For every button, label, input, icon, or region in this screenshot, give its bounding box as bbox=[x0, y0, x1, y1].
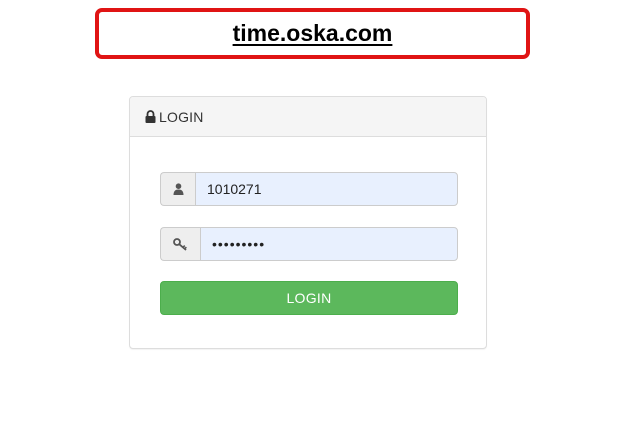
site-banner: time.oska.com bbox=[95, 8, 530, 59]
panel-title: LOGIN bbox=[159, 108, 204, 125]
panel-heading: LOGIN bbox=[130, 97, 486, 137]
password-input[interactable] bbox=[200, 227, 458, 261]
password-group bbox=[160, 227, 458, 261]
username-input[interactable] bbox=[195, 172, 458, 206]
lock-icon bbox=[145, 110, 156, 123]
login-panel: LOGIN LOGIN bbox=[129, 96, 487, 349]
key-icon bbox=[160, 227, 200, 261]
username-group bbox=[160, 172, 458, 206]
login-button[interactable]: LOGIN bbox=[160, 281, 458, 315]
page: time.oska.com LOGIN 1010271 ••••••••• LO… bbox=[0, 0, 637, 422]
user-icon bbox=[160, 172, 195, 206]
site-link[interactable]: time.oska.com bbox=[233, 20, 393, 47]
